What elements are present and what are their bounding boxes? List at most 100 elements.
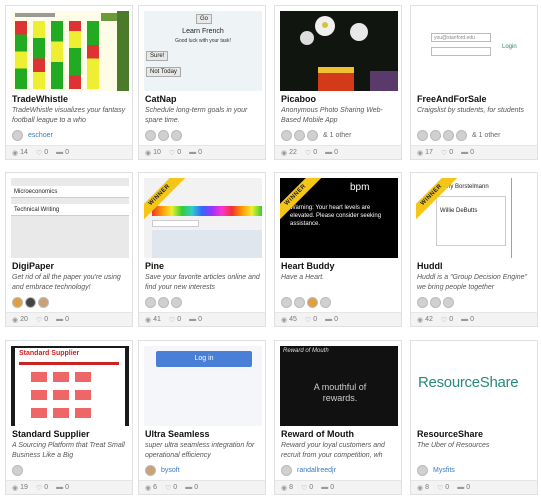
- avatar[interactable]: [417, 296, 428, 308]
- project-title[interactable]: CatNap: [145, 94, 177, 104]
- avatar[interactable]: [12, 129, 23, 141]
- heart-icon[interactable]: ♡: [165, 484, 171, 492]
- comment-icon[interactable]: ▬: [325, 149, 332, 156]
- comment-icon[interactable]: ▬: [185, 484, 192, 491]
- avatar[interactable]: [443, 296, 454, 308]
- project-card-pine[interactable]: WINNER Pine Save your favorite articles …: [138, 172, 266, 327]
- avatar[interactable]: [12, 296, 23, 308]
- avatar[interactable]: [294, 296, 305, 308]
- heart-icon[interactable]: ♡: [301, 484, 307, 492]
- comment-count: 0: [65, 149, 69, 156]
- project-card-resourceshare[interactable]: ResourceShare ResourceShare The Uber of …: [410, 340, 538, 495]
- project-title[interactable]: ResourceShare: [417, 429, 483, 439]
- project-title[interactable]: TradeWhistle: [12, 94, 68, 104]
- project-card-reward-of-mouth[interactable]: Reward of Mouth A mouthful of rewards. R…: [274, 340, 402, 495]
- project-thumbnail[interactable]: Standard Supplier: [11, 346, 129, 426]
- project-thumbnail[interactable]: Reward of Mouth A mouthful of rewards.: [280, 346, 398, 426]
- comment-icon[interactable]: ▬: [56, 484, 63, 491]
- project-title[interactable]: Pine: [145, 261, 164, 271]
- avatar[interactable]: [430, 296, 441, 308]
- project-title[interactable]: FreeAndForSale: [417, 94, 487, 104]
- project-card-picaboo[interactable]: Picaboo Anonymous Photo Sharing Web-Base…: [274, 5, 402, 160]
- avatar[interactable]: [307, 129, 318, 141]
- other-contributors[interactable]: & 1 other: [323, 132, 351, 139]
- eye-icon: ◉: [417, 484, 424, 492]
- avatar[interactable]: [281, 464, 292, 476]
- heart-icon[interactable]: ♡: [169, 316, 175, 324]
- avatar[interactable]: [145, 464, 156, 476]
- comment-icon[interactable]: ▬: [56, 149, 63, 156]
- username-link[interactable]: randallreedjr: [297, 467, 336, 474]
- heart-icon[interactable]: ♡: [441, 149, 447, 157]
- project-title[interactable]: Reward of Mouth: [281, 429, 354, 439]
- project-thumbnail[interactable]: Microeconomics Technical Writing: [11, 178, 129, 258]
- comment-icon[interactable]: ▬: [461, 149, 468, 156]
- avatar[interactable]: [281, 129, 292, 141]
- project-title[interactable]: Huddl: [417, 261, 443, 271]
- project-thumbnail[interactable]: [11, 11, 129, 91]
- avatar[interactable]: [430, 129, 441, 141]
- comment-icon[interactable]: ▬: [321, 484, 328, 491]
- avatar[interactable]: [145, 129, 156, 141]
- project-title[interactable]: Heart Buddy: [281, 261, 335, 271]
- avatar[interactable]: [158, 129, 169, 141]
- avatar[interactable]: [12, 464, 23, 476]
- avatar[interactable]: [38, 296, 49, 308]
- avatar[interactable]: [320, 296, 331, 308]
- other-contributors[interactable]: & 1 other: [472, 132, 500, 139]
- heart-icon[interactable]: ♡: [36, 149, 42, 157]
- project-description: super ultra seamless integration for ope…: [145, 442, 255, 459]
- comment-icon[interactable]: ▬: [189, 316, 196, 323]
- avatar[interactable]: [417, 464, 428, 476]
- project-title[interactable]: Ultra Seamless: [145, 429, 210, 439]
- avatar[interactable]: [417, 129, 428, 141]
- avatar[interactable]: [281, 296, 292, 308]
- comment-icon[interactable]: ▬: [189, 149, 196, 156]
- project-thumbnail[interactable]: Log in: [144, 346, 262, 426]
- like-count: 0: [309, 484, 314, 491]
- heart-icon[interactable]: ♡: [36, 316, 42, 324]
- username-link[interactable]: eschoer: [28, 132, 53, 139]
- stats-bar: ◉ 22 ♡ 0 ▬ 0: [275, 145, 401, 159]
- project-thumbnail[interactable]: ResourceShare: [416, 346, 534, 426]
- project-title[interactable]: Standard Supplier: [12, 429, 90, 439]
- avatar[interactable]: [25, 296, 36, 308]
- heart-icon[interactable]: ♡: [305, 316, 311, 324]
- project-description: Craigslist by students, for students: [417, 107, 524, 114]
- project-thumbnail[interactable]: [280, 11, 398, 91]
- username-link[interactable]: bysoft: [161, 467, 180, 474]
- comment-icon[interactable]: ▬: [325, 316, 332, 323]
- project-card-ultra-seamless[interactable]: Log in Ultra Seamless super ultra seamle…: [138, 340, 266, 495]
- heart-icon[interactable]: ♡: [441, 316, 447, 324]
- heart-icon[interactable]: ♡: [169, 149, 175, 157]
- username-link[interactable]: Mysfits: [433, 467, 455, 474]
- avatar[interactable]: [294, 129, 305, 141]
- project-card-digipaper[interactable]: Microeconomics Technical Writing DigiPap…: [5, 172, 133, 327]
- avatar[interactable]: [443, 129, 454, 141]
- project-title[interactable]: Picaboo: [281, 94, 316, 104]
- project-card-standard-supplier[interactable]: Standard Supplier Standard Supplier A So…: [5, 340, 133, 495]
- comment-icon[interactable]: ▬: [461, 316, 468, 323]
- avatar[interactable]: [145, 296, 156, 308]
- heart-icon[interactable]: ♡: [36, 484, 42, 492]
- project-card-freeandforsale[interactable]: you@stanford.edu Login FreeAndForSale Cr…: [410, 5, 538, 160]
- heart-icon[interactable]: ♡: [437, 484, 443, 492]
- project-thumbnail[interactable]: Go Learn French Good luck with your task…: [144, 11, 262, 91]
- project-card-huddl[interactable]: Danny Borstelmann Willie DeButts WINNER …: [410, 172, 538, 327]
- project-thumbnail[interactable]: WINNER: [144, 178, 262, 258]
- project-card-heart-buddy[interactable]: bpm Warning: Your heart levels are eleva…: [274, 172, 402, 327]
- avatar[interactable]: [307, 296, 318, 308]
- avatar[interactable]: [158, 296, 169, 308]
- avatar[interactable]: [171, 296, 182, 308]
- comment-icon[interactable]: ▬: [56, 316, 63, 323]
- project-thumbnail[interactable]: you@stanford.edu Login: [416, 11, 534, 91]
- project-thumbnail[interactable]: Danny Borstelmann Willie DeButts WINNER: [416, 178, 534, 258]
- project-title[interactable]: DigiPaper: [12, 261, 54, 271]
- project-thumbnail[interactable]: bpm Warning: Your heart levels are eleva…: [280, 178, 398, 258]
- project-card-catnap[interactable]: Go Learn French Good luck with your task…: [138, 5, 266, 160]
- avatar[interactable]: [456, 129, 467, 141]
- heart-icon[interactable]: ♡: [305, 149, 311, 157]
- avatar[interactable]: [171, 129, 182, 141]
- project-card-tradewhistle[interactable]: TradeWhistle TradeWhistle visualizes you…: [5, 5, 133, 160]
- comment-icon[interactable]: ▬: [457, 484, 464, 491]
